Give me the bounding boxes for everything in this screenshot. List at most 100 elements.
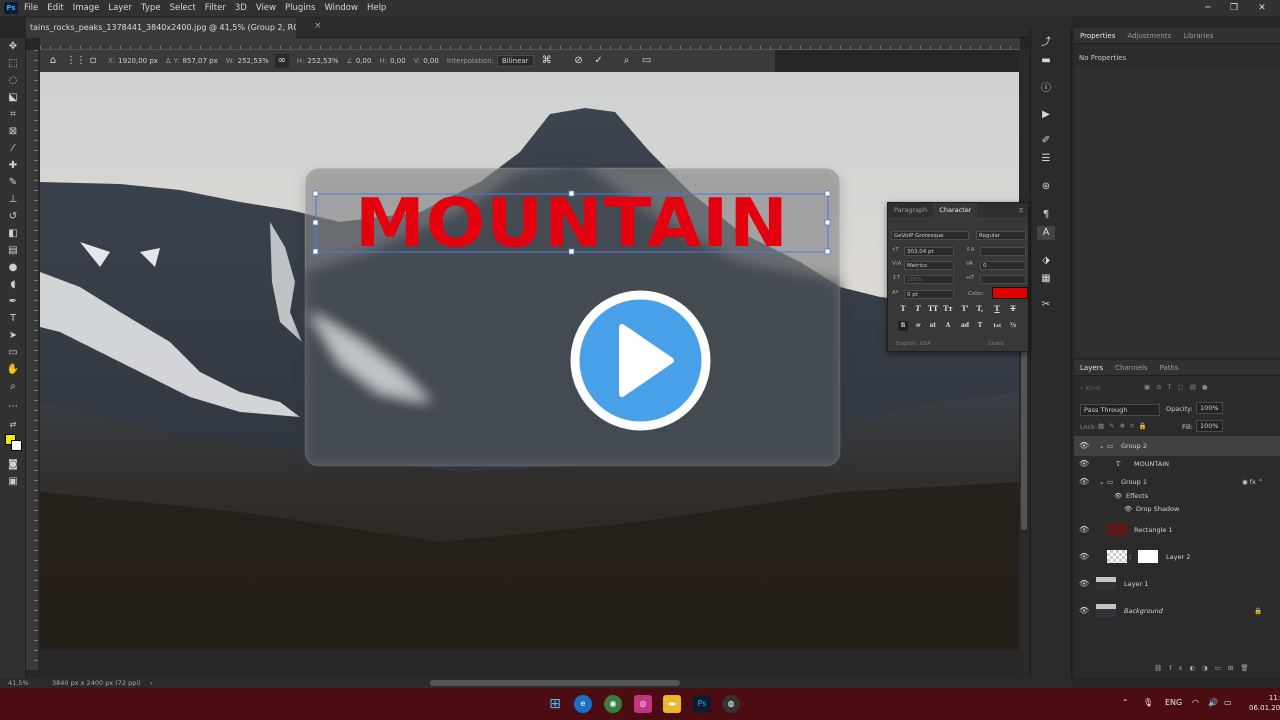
group-chevron-icon[interactable]: ⌄ (1099, 442, 1104, 450)
underline-button[interactable]: T (992, 304, 1002, 314)
tab-layers[interactable]: Layers (1074, 364, 1109, 372)
lasso-tool-icon[interactable]: ◌ (5, 74, 21, 88)
blur-tool-icon[interactable]: ● (5, 261, 21, 275)
blend-mode-select[interactable]: Pass Through (1080, 404, 1160, 416)
language-select[interactable]: English: USA (896, 341, 931, 347)
eyedropper-tool-icon[interactable]: ⁄ (5, 142, 21, 156)
small-caps-button[interactable]: Tт (943, 304, 953, 314)
old-style-button[interactable]: ơ (913, 321, 923, 331)
search-icon[interactable]: ⌕ (620, 54, 634, 68)
menu-edit[interactable]: Edit (47, 3, 63, 13)
info-icon[interactable]: ⓘ (1037, 82, 1055, 96)
group-chevron-icon[interactable]: ⌄ (1099, 478, 1104, 486)
status-chevron-icon[interactable]: › (150, 679, 153, 687)
menu-layer[interactable]: Layer (108, 3, 132, 13)
layer-row-drop-shadow[interactable]: 👁 Drop Shadow (1074, 499, 1280, 519)
stylistic-alternates-button[interactable]: ad (960, 321, 970, 331)
visibility-eye-icon[interactable]: 👁 (1079, 606, 1089, 616)
ordinals-button[interactable]: 1st (992, 321, 1002, 331)
character-icon[interactable]: A (1037, 226, 1055, 240)
hand-tool-icon[interactable]: ✋ (5, 363, 21, 377)
dodge-tool-icon[interactable]: ◖ (5, 278, 21, 292)
menu-help[interactable]: Help (367, 3, 386, 13)
brushes-icon[interactable]: ✐ (1037, 134, 1055, 148)
opacity-field[interactable]: 100% (1196, 402, 1223, 414)
volume-icon[interactable]: 🔊 (1208, 698, 1218, 707)
tab-libraries[interactable]: Libraries (1177, 32, 1219, 40)
close-window-button[interactable]: ✕ (1250, 0, 1274, 16)
visibility-eye-icon[interactable]: 👁 (1079, 579, 1089, 589)
antialias-select[interactable]: Sharp (988, 341, 1004, 347)
titling-button[interactable]: T (975, 321, 985, 331)
history-brush-icon[interactable]: ↺ (5, 210, 21, 224)
visibility-eye-icon[interactable]: 👁 (1079, 459, 1089, 469)
tracking-field[interactable]: 0 (980, 261, 1026, 270)
tab-adjustments[interactable]: Adjustments (1121, 32, 1177, 40)
commit-transform-icon[interactable]: ✓ (592, 54, 606, 68)
faux-italic-button[interactable]: T (913, 304, 923, 314)
comments-icon[interactable]: ▬ (1037, 54, 1055, 68)
zoom-level[interactable]: 41,5% (8, 679, 29, 687)
baseline-shift-field[interactable]: 0 pt (904, 290, 954, 299)
marquee-tool-icon[interactable]: ⬚ (5, 57, 21, 71)
eraser-tool-icon[interactable]: ◧ (5, 227, 21, 241)
crop-tool-icon[interactable]: ⌗ (5, 108, 21, 122)
tab-properties[interactable]: Properties (1074, 32, 1121, 40)
restore-button[interactable]: ❐ (1222, 0, 1246, 16)
kerning-field[interactable]: Metrics (904, 261, 954, 270)
layer-row-layer-1[interactable]: 👁 Layer 1 (1074, 574, 1280, 594)
menu-window[interactable]: Window (324, 3, 358, 13)
all-caps-button[interactable]: TT (928, 304, 938, 314)
brush-tool-icon[interactable]: ✎ (5, 176, 21, 190)
vertical-scrollbar[interactable] (1019, 50, 1029, 680)
layer-filter-kind[interactable]: ⌕ Kind (1080, 384, 1100, 393)
lock-icons[interactable]: ▦✎✥⌗🔒 (1098, 422, 1152, 431)
history-icon[interactable]: ⤴ (1037, 36, 1055, 50)
instagram-icon[interactable]: ◎ (634, 695, 652, 713)
relative-position-icon[interactable]: ▫ (86, 54, 100, 68)
interpolation-select[interactable]: Bilinear (497, 55, 534, 67)
type-tool-icon[interactable]: T (5, 312, 21, 326)
swatches-icon[interactable]: ▦ (1037, 272, 1055, 286)
menu-select[interactable]: Select (170, 3, 196, 13)
font-family-select[interactable]: GeVoIP Grotesque (891, 231, 969, 240)
glyphs-icon[interactable]: ⬗ (1037, 254, 1055, 268)
vskew-field[interactable]: 0,00 (423, 57, 439, 65)
visibility-eye-icon[interactable]: 👁 (1079, 441, 1089, 451)
tray-chevron-icon[interactable]: ⌃ (1122, 698, 1129, 707)
tab-paths[interactable]: Paths (1154, 364, 1185, 372)
faux-bold-button[interactable]: T (898, 304, 908, 314)
obs-recorder-icon[interactable]: ◍ (722, 695, 740, 713)
superscript-button[interactable]: T' (960, 304, 970, 314)
menu-file[interactable]: File (24, 3, 38, 13)
document-tab[interactable]: tains_rocks_peaks_1378441_3840x2400.jpg … (26, 18, 296, 38)
mountain-headline[interactable]: MOUNTAIN (310, 186, 834, 260)
path-select-tool-icon[interactable]: ➤ (5, 329, 21, 343)
ligatures-button[interactable]: fi (898, 321, 908, 331)
vertical-scale-field[interactable]: 100% (904, 275, 954, 284)
link-proportions-icon[interactable]: ∞ (274, 54, 289, 68)
microphone-icon[interactable]: 🎙 (1143, 698, 1153, 707)
menu-filter[interactable]: Filter (205, 3, 226, 13)
width-field[interactable]: 252,53% (238, 57, 269, 65)
layer-row-layer-2[interactable]: 👁 ⁝ Layer 2 (1074, 547, 1280, 567)
fill-field[interactable]: 100% (1196, 420, 1223, 432)
menu-image[interactable]: Image (73, 3, 100, 13)
cancel-transform-icon[interactable]: ⊘ (572, 54, 586, 68)
visibility-eye-icon[interactable]: 👁 (1079, 552, 1089, 562)
font-size-field[interactable]: 303,04 pt (904, 247, 954, 256)
system-clock[interactable]: 11:08 06.01.2026 (1249, 693, 1280, 713)
file-explorer-icon[interactable]: ▬ (663, 695, 681, 713)
more-tools-icon[interactable]: ⋯ (5, 400, 21, 414)
rectangle-tool-icon[interactable]: ▭ (5, 346, 21, 360)
y-position-field[interactable]: 857,07 px (182, 57, 217, 65)
frame-tool-icon[interactable]: ⊠ (5, 125, 21, 139)
hskew-field[interactable]: 0,00 (390, 57, 406, 65)
leading-field[interactable] (980, 247, 1026, 256)
tab-character[interactable]: Character (933, 203, 978, 217)
object-select-tool-icon[interactable]: ⬕ (5, 91, 21, 105)
panel-menu-icon[interactable]: ≡ (1019, 206, 1024, 214)
layer-row-group-2[interactable]: 👁 ⌄ ▭ Group 2 (1074, 436, 1280, 456)
close-tab-icon[interactable]: × (314, 21, 322, 31)
font-style-select[interactable]: Regular (976, 231, 1026, 240)
